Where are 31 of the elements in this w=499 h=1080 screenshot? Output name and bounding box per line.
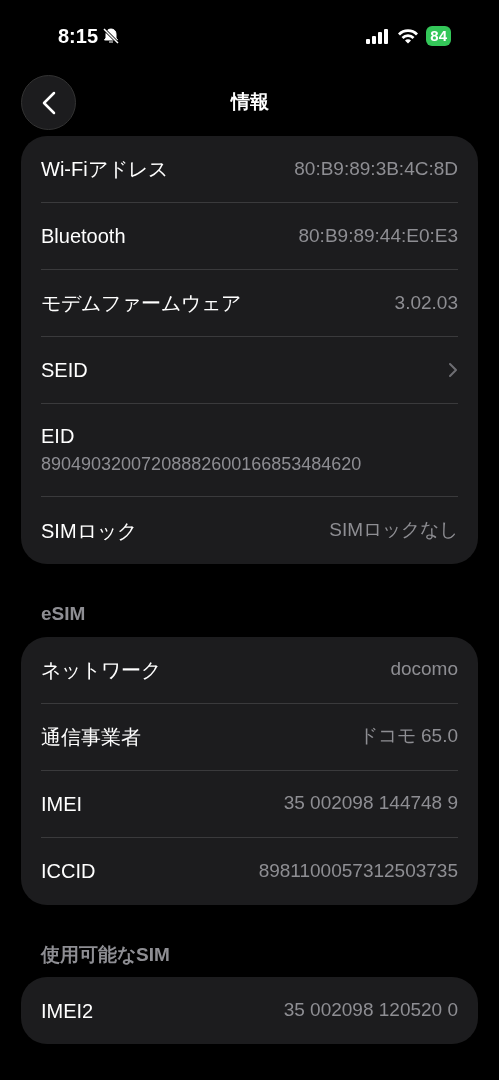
- section-header: eSIM: [41, 603, 86, 624]
- row-label: EID: [41, 424, 76, 450]
- row-value: 35 002098 120520 0: [283, 998, 458, 1023]
- row-value: 8981100057312503735: [258, 858, 458, 883]
- row-label: IMEI2: [41, 998, 94, 1024]
- row-label: ネットワーク: [41, 657, 161, 683]
- row-value: ドコモ 65.0: [358, 724, 458, 749]
- status-time: 8:15: [58, 24, 99, 49]
- bell-slash-icon: [102, 27, 121, 45]
- row-label: Wi-Fiアドレス: [41, 157, 168, 182]
- row-label: IMEI: [41, 791, 83, 817]
- row-value: SIMロックなし: [329, 518, 458, 543]
- row-label: 通信事業者: [41, 724, 141, 750]
- nav-title: 情報: [230, 89, 269, 114]
- row-value: 35 002098 144748 9: [283, 791, 458, 816]
- row-value: 80:B9:89:44:E0:E3: [298, 223, 458, 248]
- battery-indicator: 84: [426, 26, 451, 46]
- row-value: 3.02.03: [394, 290, 458, 315]
- row-label: ICCID: [41, 859, 96, 884]
- row-value: docomo: [390, 657, 458, 682]
- row-label: Bluetooth: [41, 224, 126, 249]
- chevron-right-icon: [448, 362, 458, 378]
- list-row[interactable]: SEID: [41, 337, 458, 404]
- row-label: SIMロック: [41, 518, 137, 544]
- row-value: 89049032007208882600166853484620: [41, 453, 363, 476]
- back-icon: [41, 90, 56, 115]
- signal-icon: [366, 28, 391, 44]
- row-label: モデムファームウェア: [41, 291, 241, 316]
- row-value: 80:B9:89:3B:4C:8D: [294, 156, 458, 181]
- wifi-icon: [397, 28, 420, 44]
- section-header: 使用可能なSIM: [41, 943, 170, 965]
